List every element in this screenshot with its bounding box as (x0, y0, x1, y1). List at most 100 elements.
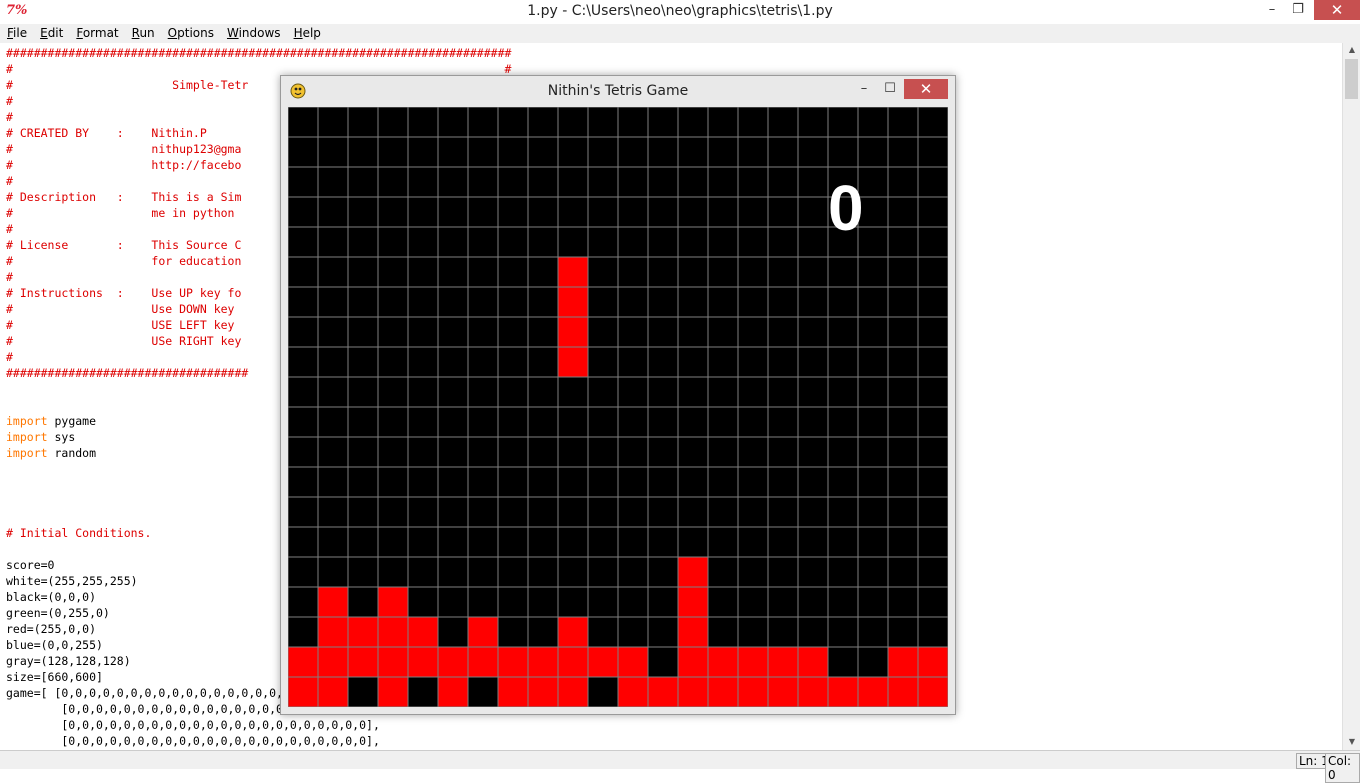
empty-cell (707, 316, 739, 348)
empty-cell (707, 436, 739, 468)
filled-cell (557, 286, 589, 318)
filled-cell (317, 586, 349, 618)
menu-run[interactable]: Run (125, 24, 161, 42)
empty-cell (317, 226, 349, 258)
code-line: # Use DOWN key (6, 302, 235, 316)
filled-cell (887, 646, 919, 678)
empty-cell (677, 256, 709, 288)
empty-cell (407, 376, 439, 408)
empty-cell (707, 496, 739, 528)
empty-cell (557, 466, 589, 498)
menu-edit[interactable]: Edit (33, 24, 69, 42)
empty-cell (317, 406, 349, 438)
filled-cell (737, 646, 769, 678)
filled-cell (288, 646, 319, 678)
empty-cell (377, 556, 409, 588)
empty-cell (407, 256, 439, 288)
empty-cell (827, 376, 859, 408)
empty-cell (737, 406, 769, 438)
empty-cell (347, 346, 379, 378)
menu-windows[interactable]: Windows (220, 24, 287, 42)
game-maximize-button[interactable]: ☐ (877, 79, 903, 99)
filled-cell (497, 646, 529, 678)
empty-cell (557, 496, 589, 528)
empty-cell (707, 556, 739, 588)
empty-cell (707, 107, 739, 138)
empty-cell (587, 586, 619, 618)
empty-cell (557, 436, 589, 468)
empty-cell (797, 376, 829, 408)
empty-cell (647, 286, 679, 318)
code-line: white=(255,255,255) (6, 574, 138, 588)
close-button[interactable]: ✕ (1314, 0, 1360, 20)
empty-cell (377, 196, 409, 228)
empty-cell (887, 556, 919, 588)
restore-button[interactable]: ❐ (1284, 0, 1312, 20)
filled-cell (767, 676, 799, 707)
empty-cell (677, 196, 709, 228)
empty-cell (587, 436, 619, 468)
empty-cell (288, 586, 319, 618)
filled-cell (797, 646, 829, 678)
empty-cell (677, 406, 709, 438)
game-close-button[interactable]: ✕ (904, 79, 948, 99)
empty-cell (317, 286, 349, 318)
empty-cell (707, 136, 739, 168)
empty-cell (617, 226, 649, 258)
empty-cell (737, 586, 769, 618)
empty-cell (797, 107, 829, 138)
tetris-board[interactable]: 0 (288, 107, 948, 707)
empty-cell (497, 496, 529, 528)
filled-cell (917, 646, 948, 678)
filled-cell (557, 646, 589, 678)
empty-cell (587, 346, 619, 378)
code-line: [0,0,0,0,0,0,0,0,0,0,0,0,0,0,0,0,0,0,0,0… (6, 734, 380, 748)
empty-cell (647, 616, 679, 648)
empty-cell (407, 107, 439, 138)
empty-cell (857, 586, 889, 618)
empty-cell (497, 406, 529, 438)
empty-cell (377, 496, 409, 528)
empty-cell (707, 166, 739, 198)
empty-cell (288, 406, 319, 438)
empty-cell (317, 376, 349, 408)
status-bar: Ln: 1 Col: 0 (0, 750, 1360, 783)
empty-cell (917, 496, 948, 528)
empty-cell (557, 196, 589, 228)
game-minimize-button[interactable]: – (851, 79, 877, 99)
vertical-scrollbar[interactable]: ▲ ▼ (1342, 43, 1360, 750)
empty-cell (917, 406, 948, 438)
empty-cell (797, 136, 829, 168)
scroll-up-icon[interactable]: ▲ (1343, 45, 1360, 54)
scrollbar-thumb[interactable] (1345, 59, 1358, 99)
code-line: # (6, 110, 13, 124)
game-title-bar[interactable]: Nithin's Tetris Game – ☐ ✕ (281, 76, 955, 106)
menu-format[interactable]: Format (69, 24, 124, 42)
empty-cell (617, 136, 649, 168)
empty-cell (917, 136, 948, 168)
filled-cell (857, 676, 889, 707)
empty-cell (497, 526, 529, 558)
minimize-button[interactable]: – (1258, 0, 1286, 20)
filled-cell (797, 676, 829, 707)
menu-options[interactable]: Options (161, 24, 220, 42)
empty-cell (707, 286, 739, 318)
menu-file[interactable]: File (0, 24, 33, 42)
empty-cell (497, 586, 529, 618)
filled-cell (317, 676, 349, 707)
empty-cell (617, 436, 649, 468)
empty-cell (617, 256, 649, 288)
scroll-down-icon[interactable]: ▼ (1343, 737, 1360, 746)
menu-help[interactable]: Help (287, 24, 327, 42)
empty-cell (527, 226, 559, 258)
empty-cell (467, 496, 499, 528)
empty-cell (587, 107, 619, 138)
empty-cell (347, 556, 379, 588)
empty-cell (587, 376, 619, 408)
empty-cell (377, 256, 409, 288)
game-window[interactable]: Nithin's Tetris Game – ☐ ✕ 0 (280, 75, 956, 715)
filled-cell (377, 586, 409, 618)
empty-cell (288, 616, 319, 648)
empty-cell (347, 286, 379, 318)
filled-cell (677, 586, 709, 618)
